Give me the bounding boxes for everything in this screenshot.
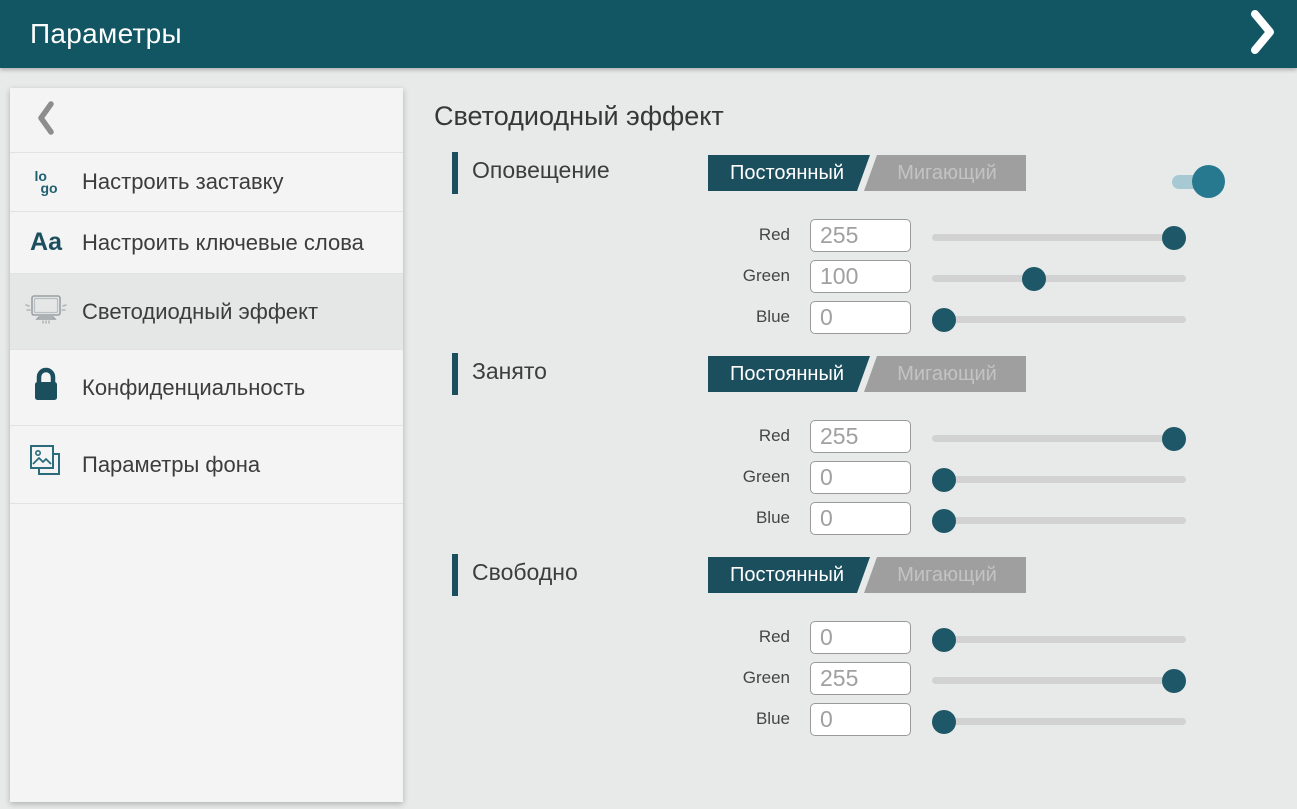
blue-value-input[interactable] xyxy=(810,703,911,736)
green-value-input[interactable] xyxy=(810,260,911,293)
channel-row: Green xyxy=(434,257,1297,298)
channel-row: Blue xyxy=(434,298,1297,339)
red-value-input[interactable] xyxy=(810,420,911,453)
channel-label: Blue xyxy=(620,508,790,528)
accent-bar xyxy=(452,554,458,596)
mode-toggle: ПостоянныйМигающий xyxy=(708,356,1026,392)
section-header: Свободно ПостоянныйМигающий xyxy=(434,554,1297,596)
switch-knob xyxy=(1192,165,1225,198)
sidebar-items: logo Настроить заставку Aa Настроить ключев… xyxy=(10,153,403,504)
rgb-sliders: Red Green Blue xyxy=(434,618,1297,741)
red-slider[interactable] xyxy=(932,427,1186,451)
section-header: Занято ПостоянныйМигающий xyxy=(434,353,1297,395)
sidebar-item-label: Параметры фона xyxy=(82,452,266,478)
mode-constant-button[interactable]: Постоянный xyxy=(708,356,870,392)
red-value-input[interactable] xyxy=(810,621,911,654)
red-slider[interactable] xyxy=(932,226,1186,250)
channel-label: Green xyxy=(620,668,790,688)
logo-icon: logo xyxy=(34,170,57,194)
green-slider[interactable] xyxy=(932,267,1186,291)
channel-row: Blue xyxy=(434,499,1297,540)
channel-label: Blue xyxy=(620,709,790,729)
slider-knob[interactable] xyxy=(932,509,956,533)
sidebar-item-label: Конфиденциальность xyxy=(82,375,311,401)
slider-knob[interactable] xyxy=(1022,267,1046,291)
green-value-input[interactable] xyxy=(810,461,911,494)
channel-row: Red xyxy=(434,618,1297,659)
led-sections: ОповещениеПостоянныйМигающийRedGreenBlue… xyxy=(434,152,1297,741)
led-section: Занято ПостоянныйМигающий Red Green Blue xyxy=(434,353,1297,540)
mode-blinking-button[interactable]: Мигающий xyxy=(864,155,1026,191)
channel-label: Red xyxy=(620,627,790,647)
led-section: Свободно ПостоянныйМигающий Red Green Blue xyxy=(434,554,1297,741)
settings-page: Параметры logo Настроить заставку Aa Настро… xyxy=(0,0,1297,809)
channel-row: Red xyxy=(434,216,1297,257)
slider-knob[interactable] xyxy=(1162,669,1186,693)
main-title: Светодиодный эффект xyxy=(434,98,1297,134)
app-header: Параметры xyxy=(0,0,1297,68)
rgb-sliders: Red Green Blue xyxy=(434,216,1297,339)
lock-icon xyxy=(29,366,63,409)
mode-blinking-button[interactable]: Мигающий xyxy=(864,557,1026,593)
accent-bar xyxy=(452,152,458,194)
rgb-sliders: Red Green Blue xyxy=(434,417,1297,540)
green-value-input[interactable] xyxy=(810,662,911,695)
channel-row: Blue xyxy=(434,700,1297,741)
enable-switch[interactable] xyxy=(1172,165,1225,198)
page-title: Параметры xyxy=(30,18,182,50)
section-label: Оповещение xyxy=(472,157,610,184)
blue-slider[interactable] xyxy=(932,710,1186,734)
sidebar-item[interactable]: logo Настроить заставку xyxy=(10,153,403,212)
chevron-right-icon xyxy=(1249,8,1277,61)
aa-icon: Aa xyxy=(30,228,62,257)
blue-value-input[interactable] xyxy=(810,301,911,334)
forward-button[interactable] xyxy=(1243,10,1283,58)
mode-constant-button[interactable]: Постоянный xyxy=(708,557,870,593)
red-value-input[interactable] xyxy=(810,219,911,252)
green-slider[interactable] xyxy=(932,468,1186,492)
led-section: Оповещение ПостоянныйМигающий Red Green Blue xyxy=(434,152,1297,339)
mode-toggle: ПостоянныйМигающий xyxy=(708,155,1026,191)
sidebar-item[interactable]: Aa Настроить ключевые слова xyxy=(10,212,403,274)
sidebar: logo Настроить заставку Aa Настроить ключев… xyxy=(10,88,403,802)
mode-toggle: ПостоянныйМигающий xyxy=(708,557,1026,593)
main-content: Светодиодный эффект Оповещение Постоянный… xyxy=(403,68,1297,809)
channel-label: Green xyxy=(620,266,790,286)
channel-row: Green xyxy=(434,659,1297,700)
slider-knob[interactable] xyxy=(932,628,956,652)
channel-label: Red xyxy=(620,225,790,245)
accent-bar xyxy=(452,353,458,395)
monitor-icon xyxy=(23,293,69,330)
sidebar-item[interactable]: Параметры фона xyxy=(10,426,403,504)
slider-knob[interactable] xyxy=(932,308,956,332)
channel-row: Green xyxy=(434,458,1297,499)
blue-slider[interactable] xyxy=(932,308,1186,332)
section-label: Свободно xyxy=(472,559,578,586)
section-header: Оповещение ПостоянныйМигающий xyxy=(434,152,1297,194)
green-slider[interactable] xyxy=(932,669,1186,693)
channel-label: Red xyxy=(620,426,790,446)
channel-label: Blue xyxy=(620,307,790,327)
sidebar-item-label: Настроить ключевые слова xyxy=(82,230,370,256)
sidebar-item[interactable]: Светодиодный эффект xyxy=(10,274,403,350)
slider-knob[interactable] xyxy=(1162,226,1186,250)
slider-knob[interactable] xyxy=(932,710,956,734)
mode-blinking-button[interactable]: Мигающий xyxy=(864,356,1026,392)
red-slider[interactable] xyxy=(932,628,1186,652)
slider-knob[interactable] xyxy=(932,468,956,492)
blue-slider[interactable] xyxy=(932,509,1186,533)
sidebar-item-label: Настроить заставку xyxy=(82,169,290,195)
mode-constant-button[interactable]: Постоянный xyxy=(708,155,870,191)
sidebar-item[interactable]: Конфиденциальность xyxy=(10,350,403,426)
sidebar-back-button[interactable] xyxy=(10,88,403,153)
chevron-left-icon xyxy=(36,100,56,141)
blue-value-input[interactable] xyxy=(810,502,911,535)
section-label: Занято xyxy=(472,358,547,385)
slider-knob[interactable] xyxy=(1162,427,1186,451)
channel-label: Green xyxy=(620,467,790,487)
channel-row: Red xyxy=(434,417,1297,458)
images-icon xyxy=(26,442,66,487)
sidebar-item-label: Светодиодный эффект xyxy=(82,299,324,325)
